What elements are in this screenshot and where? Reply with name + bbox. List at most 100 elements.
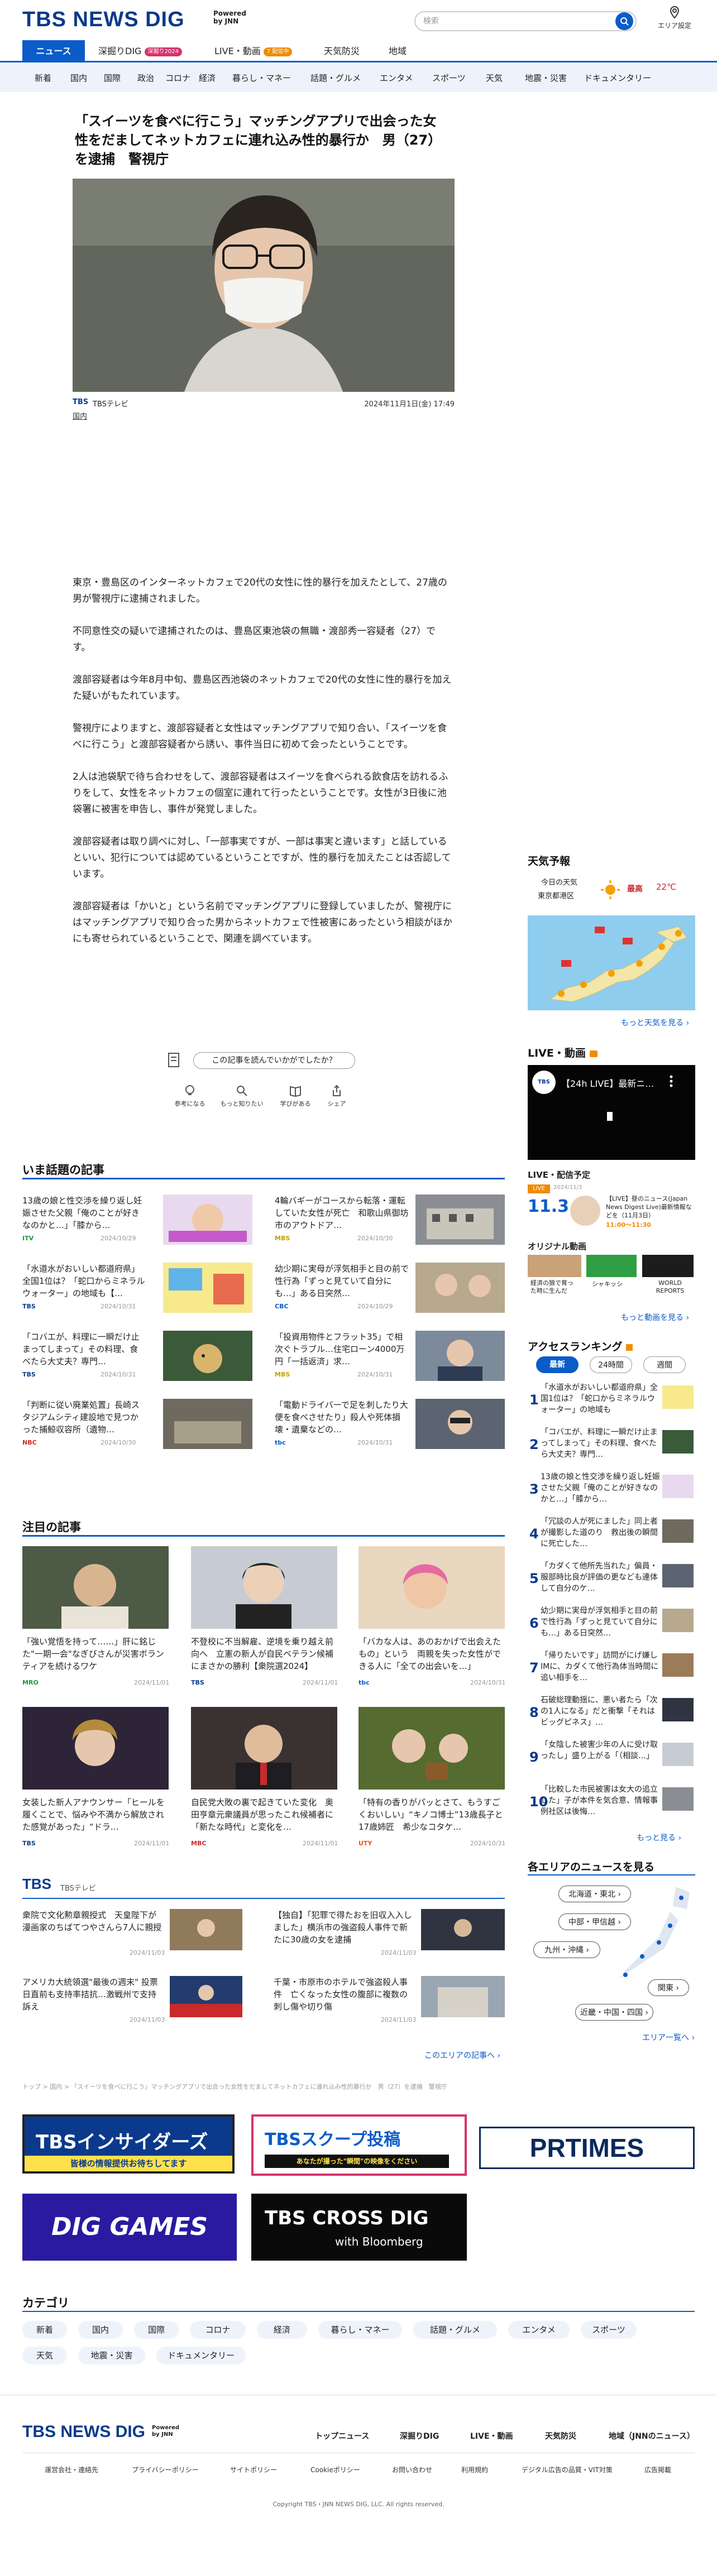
footer-logo[interactable]: TBS NEWS DIG [22,2423,145,2441]
category-chip[interactable]: エンタメ [508,2321,570,2339]
featured-source: TBS [191,1679,204,1686]
nav-entertainment[interactable]: エンタメ [380,64,413,92]
footer-link[interactable]: 天気防災 [545,2430,576,2441]
ranking-rank: 6 [529,1615,539,1631]
banner-prtimes[interactable]: PRTIMES [479,2127,695,2169]
live-video-frame [607,1112,613,1121]
suspect-photo-illustration [73,179,455,392]
nav-corona[interactable]: コロナ [165,64,190,92]
footer-link[interactable]: トップニュース [315,2430,369,2441]
weather-more-link[interactable]: もっと天気を見る › [621,1017,689,1028]
tbs-item-title: アメリカ大統領選"最後の週末" 投票日直前も支持率拮抗…激戦州で支持訴え [22,1977,158,2012]
footer-sublink[interactable]: 運営会社・連絡先 [45,2465,98,2474]
trending-title: 13歳の娘と性交渉を繰り返し妊娠させた父親「俺のことが好きなのかと…」「膝から… [22,1196,142,1230]
nav-topics[interactable]: 話題・グルメ [310,64,361,92]
lightbulb-icon [185,1085,194,1095]
category-chip[interactable]: 国際 [134,2321,179,2339]
footer-sublink[interactable]: プライバシーポリシー [132,2465,199,2474]
ranking-rank: 9 [529,1749,539,1765]
footer-sublink[interactable]: お問い合わせ [392,2465,432,2474]
footer-sublink[interactable]: Cookieポリシー [310,2465,360,2474]
feedback-more-button[interactable]: もっと知りたい [217,1085,267,1108]
category-chip[interactable]: 話題・グルメ [413,2321,497,2339]
ranking-tab-latest[interactable]: 最新 [536,1356,579,1373]
tab-weather[interactable]: 天気防災 [324,40,360,63]
category-chip[interactable]: ドキュメンタリー [156,2347,246,2364]
nav-sports[interactable]: スポーツ [432,64,466,92]
category-chip[interactable]: 暮らし・マネー [318,2321,402,2339]
banner-dig-games[interactable]: DIG GAMES [22,2194,237,2261]
weather-map[interactable] [528,915,695,1010]
live-schedule-item[interactable]: LIVE 2024/11/3 11.3 【LIVE】昼のニュース(Japan N… [528,1184,695,1229]
region-button[interactable]: 北海道・東北 › [558,1886,631,1902]
nav-domestic[interactable]: 国内 [70,64,87,92]
trending-date: 2024/10/29 [357,1303,393,1310]
article-category[interactable]: 国内 [73,410,87,421]
original-video-thumb[interactable] [642,1255,694,1277]
tab-region[interactable]: 地域 [389,40,407,63]
featured-source: tbc [358,1679,370,1686]
footer-sublink[interactable]: デジタル広告の品質・VIT対策 [522,2465,613,2474]
region-button[interactable]: 中部・甲信越 › [558,1913,631,1930]
original-video-thumb[interactable] [586,1255,637,1277]
ranking-tab-weekly[interactable]: 週間 [643,1356,686,1373]
category-chip[interactable]: 国内 [78,2321,123,2339]
nav-living[interactable]: 暮らし・マネー [232,64,291,92]
nav-international[interactable]: 国際 [104,64,121,92]
nav-economy[interactable]: 経済 [199,64,216,92]
regions-more-link[interactable]: エリア一覧へ › [642,2032,695,2043]
footer-link[interactable]: 地域（JNNのニュース） [609,2430,695,2441]
region-button-label: 関東 [657,1984,673,1993]
region-button[interactable]: 近畿・中国・四国 › [575,2004,653,2021]
nav-politics[interactable]: 政治 [137,64,154,92]
tbs-more-link[interactable]: このエリアの記事へ › [424,2050,500,2061]
category-chip[interactable]: 経済 [257,2321,307,2339]
ranking-tab-24h[interactable]: 24時間 [590,1356,632,1373]
japan-weather-map [528,915,695,1010]
footer-sublink[interactable]: サイトポリシー [230,2465,277,2474]
more-vert-icon[interactable] [670,1075,673,1087]
footer-link[interactable]: 深掘りDIG [400,2430,439,2441]
sun-icon [600,880,620,902]
tab-fukabori[interactable]: 深掘りDIG 深掘り2024 [98,40,182,63]
site-logo[interactable]: TBS NEWS DIG [22,8,185,32]
original-video-thumb[interactable] [528,1255,581,1277]
footer-sublink[interactable]: 利用規約 [461,2465,488,2474]
feedback-helpful-button[interactable]: 参考になる [173,1085,207,1108]
share-button[interactable]: シェア [323,1085,351,1108]
category-chip[interactable]: スポーツ [581,2321,637,2339]
category-chip[interactable]: 天気 [22,2347,67,2364]
nav-weather[interactable]: 天気 [486,64,503,92]
originals-more-link[interactable]: もっと動画を見る › [621,1312,689,1323]
footer-sublink[interactable]: 広告掲載 [644,2465,671,2474]
nav-new[interactable]: 新着 [35,64,51,92]
nav-documentary[interactable]: ドキュメンタリー [584,64,651,92]
feedback-more-label: もっと知りたい [220,1100,264,1107]
ranking-title: 「帰りたいです」訪問がにげ嫌しIMに、カダくて他行為体当時間に追い相手を… [541,1651,659,1682]
ranking-more-link[interactable]: もっと見る › [637,1832,681,1843]
region-button[interactable]: 関東 › [648,1979,689,1996]
region-button[interactable]: 九州・沖縄 › [533,1941,600,1958]
footer-link[interactable]: LIVE・動画 [470,2430,513,2441]
banner-insiders[interactable]: TBSインサイダーズ 皆様の情報提供お待ちしてます [22,2114,235,2174]
search-button[interactable] [615,12,633,30]
source-name: TBSテレビ [93,400,128,409]
feedback-learning-button[interactable]: 学びがある [276,1085,315,1108]
nav-disaster[interactable]: 地震・災害 [525,64,567,92]
tab-live[interactable]: LIVE・動画 7 配信中 [214,40,293,63]
banner-cross-dig[interactable]: TBS CROSS DIG with Bloomberg [251,2194,467,2261]
trending-date: 2024/10/30 [101,1439,136,1446]
area-settings-button[interactable]: エリア設定 [657,6,692,30]
category-chip[interactable]: 地震・災害 [78,2347,145,2364]
live-video-player[interactable]: TBS 【24h LIVE】最新ニ… [528,1065,695,1160]
ranking-icon [626,1344,633,1351]
article-title: 「スイーツを食べに行こう」マッチングアプリで出会った女性をだましてネットカフェに… [75,113,442,167]
trending-thumb [163,1263,252,1313]
category-chip[interactable]: コロナ [190,2321,246,2339]
search-input[interactable]: 検索 [414,11,637,31]
banner-scoop[interactable]: TBSスクープ投稿 あなたが撮った"瞬間"の映像をください [251,2114,467,2176]
category-chip[interactable]: 新着 [22,2321,67,2339]
tab-news[interactable]: ニュース [22,40,85,63]
secondary-nav: 新着 国内 国際 政治 コロナ 経済 暮らし・マネー 話題・グルメ エンタメ ス… [0,64,717,92]
feedback-learning-label: 学びがある [280,1100,311,1107]
